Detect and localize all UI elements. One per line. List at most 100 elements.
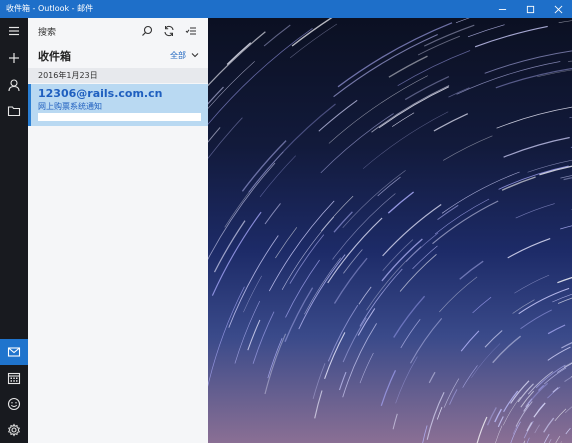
sync-button[interactable] xyxy=(160,22,178,40)
new-mail-icon xyxy=(9,53,19,63)
star-trail xyxy=(226,42,252,65)
star-trail xyxy=(560,175,572,179)
star-trail xyxy=(275,227,298,259)
accounts-button[interactable] xyxy=(0,72,28,98)
star-trail xyxy=(268,200,335,292)
mail-button[interactable] xyxy=(0,339,28,365)
star-trail xyxy=(342,170,406,229)
search-icon xyxy=(142,25,153,36)
star-trail xyxy=(377,176,401,197)
star-trail xyxy=(211,211,262,296)
star-trail xyxy=(512,424,518,435)
star-trail xyxy=(241,140,287,192)
star-trail xyxy=(439,276,478,313)
star-trail xyxy=(380,370,397,406)
selection-mode-button[interactable] xyxy=(182,22,200,40)
star-trail xyxy=(208,286,245,387)
search-button[interactable] xyxy=(138,22,156,40)
star-trail xyxy=(428,371,436,384)
message-preview xyxy=(38,113,201,121)
selection-accent xyxy=(28,84,31,126)
star-trail xyxy=(515,203,555,219)
star-trail xyxy=(554,408,567,421)
star-trail xyxy=(333,211,353,233)
settings-icon xyxy=(7,423,21,437)
star-trail xyxy=(564,376,572,383)
star-trail xyxy=(547,346,571,361)
feedback-button[interactable] xyxy=(0,391,28,417)
star-trail xyxy=(476,416,488,443)
star-trail xyxy=(312,363,326,400)
star-trail xyxy=(381,238,423,282)
hamburger-menu-button[interactable] xyxy=(0,18,28,44)
star-trail xyxy=(495,425,503,443)
close-button[interactable] xyxy=(544,0,572,18)
star-trail xyxy=(543,433,550,443)
navigation-rail xyxy=(0,18,28,443)
sync-icon xyxy=(164,25,174,37)
star-trail xyxy=(208,117,243,159)
star-trail xyxy=(494,408,502,423)
star-trail xyxy=(557,276,572,284)
star-trail xyxy=(501,176,536,191)
calendar-button[interactable] xyxy=(0,365,28,391)
star-trail xyxy=(332,193,396,260)
star-trail xyxy=(514,274,550,294)
star-trail xyxy=(534,424,540,434)
star-trail xyxy=(314,390,323,419)
star-trail xyxy=(510,421,521,443)
title-bar: 收件箱 - Outlook - 邮件 xyxy=(0,0,572,18)
star-trail xyxy=(543,417,555,433)
star-trail xyxy=(565,428,571,435)
star-trail xyxy=(459,260,484,280)
close-icon xyxy=(554,5,562,13)
date-header-label: 2016年1月23日 xyxy=(38,71,98,80)
minimize-icon xyxy=(498,8,506,10)
star-trail xyxy=(467,24,505,38)
star-trail xyxy=(547,324,566,335)
star-trail xyxy=(333,34,438,98)
star-trail xyxy=(397,50,471,87)
star-trail xyxy=(484,50,572,74)
star-trail xyxy=(247,319,261,351)
star-trail xyxy=(378,86,449,129)
maximize-button[interactable] xyxy=(516,0,544,18)
star-trail xyxy=(486,407,497,426)
list-item[interactable]: 12306@rails.com.cn 网上购票系统通知 xyxy=(28,84,208,126)
chevron-down-icon[interactable] xyxy=(190,50,200,60)
folders-button[interactable] xyxy=(0,98,28,124)
star-trail xyxy=(422,425,428,443)
star-trail xyxy=(474,25,548,48)
hamburger-icon xyxy=(9,26,19,36)
star-trail xyxy=(400,319,421,349)
star-trail xyxy=(456,61,561,95)
star-trail xyxy=(555,435,561,443)
star-trail xyxy=(547,386,561,399)
star-trail xyxy=(503,390,519,413)
star-trail xyxy=(537,69,572,78)
reading-pane xyxy=(208,18,572,443)
folder-title: 收件箱 xyxy=(38,50,71,63)
star-trail xyxy=(441,171,520,214)
star-trail xyxy=(213,220,246,273)
star-trail xyxy=(382,239,414,272)
star-trail xyxy=(432,200,499,245)
filter-dropdown[interactable]: 全部 xyxy=(170,50,186,61)
search-input[interactable]: 搜索 xyxy=(38,25,56,38)
new-mail-button[interactable] xyxy=(0,45,28,71)
message-subject: 网上购票系统通知 xyxy=(38,102,102,111)
star-trail xyxy=(267,337,283,379)
star-trail xyxy=(392,413,398,430)
star-trail xyxy=(264,333,287,395)
star-trail xyxy=(392,112,415,127)
minimize-button[interactable] xyxy=(488,0,516,18)
star-trail xyxy=(560,225,572,230)
star-trail xyxy=(333,257,368,304)
settings-button[interactable] xyxy=(0,417,28,443)
star-trail xyxy=(324,332,346,379)
star-trail xyxy=(437,204,459,220)
folder-icon xyxy=(7,106,21,117)
star-trail xyxy=(208,61,255,109)
star-trail xyxy=(393,295,426,338)
select-list-icon xyxy=(185,27,196,35)
